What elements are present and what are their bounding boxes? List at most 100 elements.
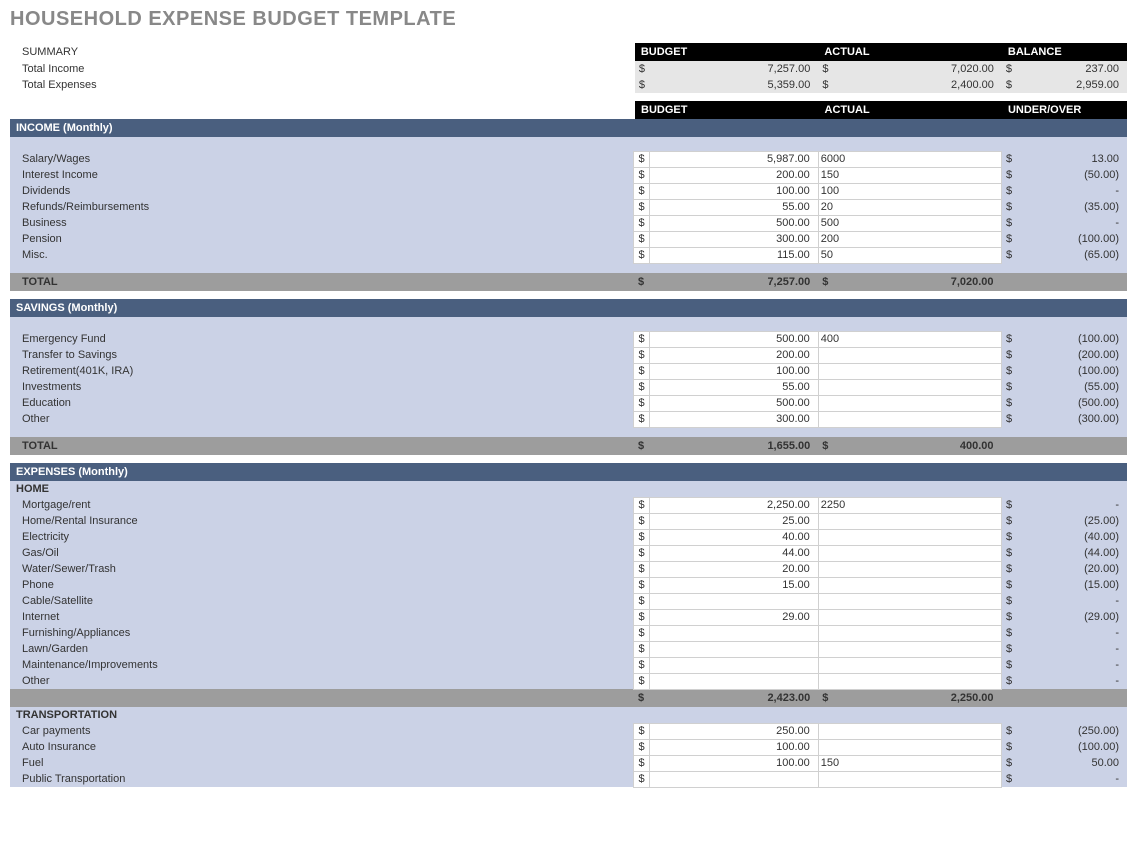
currency-symbol: $ bbox=[634, 247, 649, 263]
line-item: Fuel$100.00150$50.00 bbox=[10, 755, 1127, 771]
actual-input[interactable]: 20 bbox=[818, 199, 1001, 215]
total-budget: 7,257.00 bbox=[649, 273, 818, 291]
currency-symbol: $ bbox=[1002, 379, 1017, 395]
currency-symbol: $ bbox=[634, 167, 649, 183]
section-title: EXPENSES (Monthly) bbox=[10, 463, 1127, 481]
actual-input[interactable] bbox=[818, 577, 1001, 593]
line-item: Auto Insurance$100.00$(100.00) bbox=[10, 739, 1127, 755]
actual-input[interactable]: 100 bbox=[818, 183, 1001, 199]
line-label: Other bbox=[10, 673, 634, 689]
actual-input[interactable]: 6000 bbox=[818, 151, 1001, 167]
underover-value: (200.00) bbox=[1016, 347, 1127, 363]
currency-symbol: $ bbox=[634, 593, 649, 609]
actual-input[interactable]: 50 bbox=[818, 247, 1001, 263]
actual-input[interactable]: 2250 bbox=[818, 497, 1001, 513]
underover-value: - bbox=[1016, 641, 1127, 657]
actual-input[interactable] bbox=[818, 593, 1001, 609]
line-item: Transfer to Savings$200.00$(200.00) bbox=[10, 347, 1127, 363]
line-item: Furnishing/Appliances$$- bbox=[10, 625, 1127, 641]
line-item: Cable/Satellite$$- bbox=[10, 593, 1127, 609]
currency-symbol: $ bbox=[634, 199, 649, 215]
underover-value: - bbox=[1016, 625, 1127, 641]
currency-symbol: $ bbox=[634, 755, 649, 771]
currency-symbol: $ bbox=[634, 379, 649, 395]
budget-value: 55.00 bbox=[649, 379, 818, 395]
currency-symbol: $ bbox=[634, 231, 649, 247]
actual-input[interactable] bbox=[818, 625, 1001, 641]
summary-balance: 237.00 bbox=[1016, 61, 1127, 77]
currency-symbol: $ bbox=[818, 61, 832, 77]
currency-symbol: $ bbox=[634, 723, 649, 739]
total-label: TOTAL bbox=[10, 437, 634, 455]
summary-label: Total Income bbox=[10, 61, 635, 77]
actual-input[interactable] bbox=[818, 739, 1001, 755]
line-label: Electricity bbox=[10, 529, 634, 545]
currency-symbol: $ bbox=[1002, 657, 1017, 673]
budget-value: 200.00 bbox=[649, 167, 818, 183]
line-item: Other$$- bbox=[10, 673, 1127, 689]
savings-section: SAVINGS (Monthly) Emergency Fund$500.004… bbox=[10, 299, 1127, 455]
expenses-section: EXPENSES (Monthly) HOMEMortgage/rent$2,2… bbox=[10, 463, 1127, 788]
actual-input[interactable]: 500 bbox=[818, 215, 1001, 231]
actual-input[interactable]: 400 bbox=[818, 331, 1001, 347]
line-label: Phone bbox=[10, 577, 634, 593]
actual-input[interactable] bbox=[818, 347, 1001, 363]
actual-input[interactable] bbox=[818, 529, 1001, 545]
total-label: TOTAL bbox=[10, 273, 634, 291]
actual-input[interactable] bbox=[818, 641, 1001, 657]
currency-symbol: $ bbox=[1002, 411, 1017, 427]
line-label: Emergency Fund bbox=[10, 331, 634, 347]
income-section: INCOME (Monthly) Salary/Wages$5,987.0060… bbox=[10, 119, 1127, 291]
actual-input[interactable]: 150 bbox=[818, 755, 1001, 771]
underover-value: (500.00) bbox=[1016, 395, 1127, 411]
currency-symbol: $ bbox=[1002, 183, 1017, 199]
actual-input[interactable] bbox=[818, 395, 1001, 411]
actual-input[interactable] bbox=[818, 561, 1001, 577]
actual-input[interactable] bbox=[818, 657, 1001, 673]
actual-input[interactable] bbox=[818, 379, 1001, 395]
line-label: Maintenance/Improvements bbox=[10, 657, 634, 673]
currency-symbol: $ bbox=[1002, 771, 1017, 787]
line-item: Maintenance/Improvements$$- bbox=[10, 657, 1127, 673]
currency-symbol: $ bbox=[634, 739, 649, 755]
line-label: Public Transportation bbox=[10, 771, 634, 787]
line-item: Dividends$100.00100$- bbox=[10, 183, 1127, 199]
currency-symbol: $ bbox=[1002, 755, 1017, 771]
underover-value: (100.00) bbox=[1016, 739, 1127, 755]
budget-value: 200.00 bbox=[649, 347, 818, 363]
currency-symbol: $ bbox=[1002, 77, 1016, 93]
actual-input[interactable] bbox=[818, 545, 1001, 561]
line-item: Business$500.00500$- bbox=[10, 215, 1127, 231]
summary-balance: 2,959.00 bbox=[1016, 77, 1127, 93]
currency-symbol: $ bbox=[634, 545, 649, 561]
actual-input[interactable] bbox=[818, 513, 1001, 529]
underover-value: (250.00) bbox=[1016, 723, 1127, 739]
currency-symbol: $ bbox=[1002, 215, 1017, 231]
actual-input[interactable] bbox=[818, 771, 1001, 787]
actual-input[interactable] bbox=[818, 363, 1001, 379]
currency-symbol: $ bbox=[634, 657, 649, 673]
column-headers: BUDGET ACTUAL UNDER/OVER bbox=[10, 101, 1127, 119]
actual-input[interactable]: 200 bbox=[818, 231, 1001, 247]
line-item: Car payments$250.00$(250.00) bbox=[10, 723, 1127, 739]
budget-value bbox=[649, 593, 818, 609]
budget-value: 25.00 bbox=[649, 513, 818, 529]
total-actual: 7,020.00 bbox=[832, 273, 1001, 291]
actual-input[interactable] bbox=[818, 723, 1001, 739]
budget-value: 250.00 bbox=[649, 723, 818, 739]
summary-budget: 7,257.00 bbox=[649, 61, 818, 77]
actual-input[interactable] bbox=[818, 609, 1001, 625]
currency-symbol: $ bbox=[634, 497, 649, 513]
budget-value: 115.00 bbox=[649, 247, 818, 263]
line-item: Emergency Fund$500.00400$(100.00) bbox=[10, 331, 1127, 347]
line-item: Pension$300.00200$(100.00) bbox=[10, 231, 1127, 247]
currency-symbol: $ bbox=[1002, 167, 1017, 183]
underover-value: (300.00) bbox=[1016, 411, 1127, 427]
col-actual-header: ACTUAL bbox=[818, 43, 1002, 61]
col-underover-header: UNDER/OVER bbox=[1002, 101, 1127, 119]
budget-value: 5,987.00 bbox=[649, 151, 818, 167]
line-item: Lawn/Garden$$- bbox=[10, 641, 1127, 657]
actual-input[interactable]: 150 bbox=[818, 167, 1001, 183]
actual-input[interactable] bbox=[818, 673, 1001, 689]
actual-input[interactable] bbox=[818, 411, 1001, 427]
